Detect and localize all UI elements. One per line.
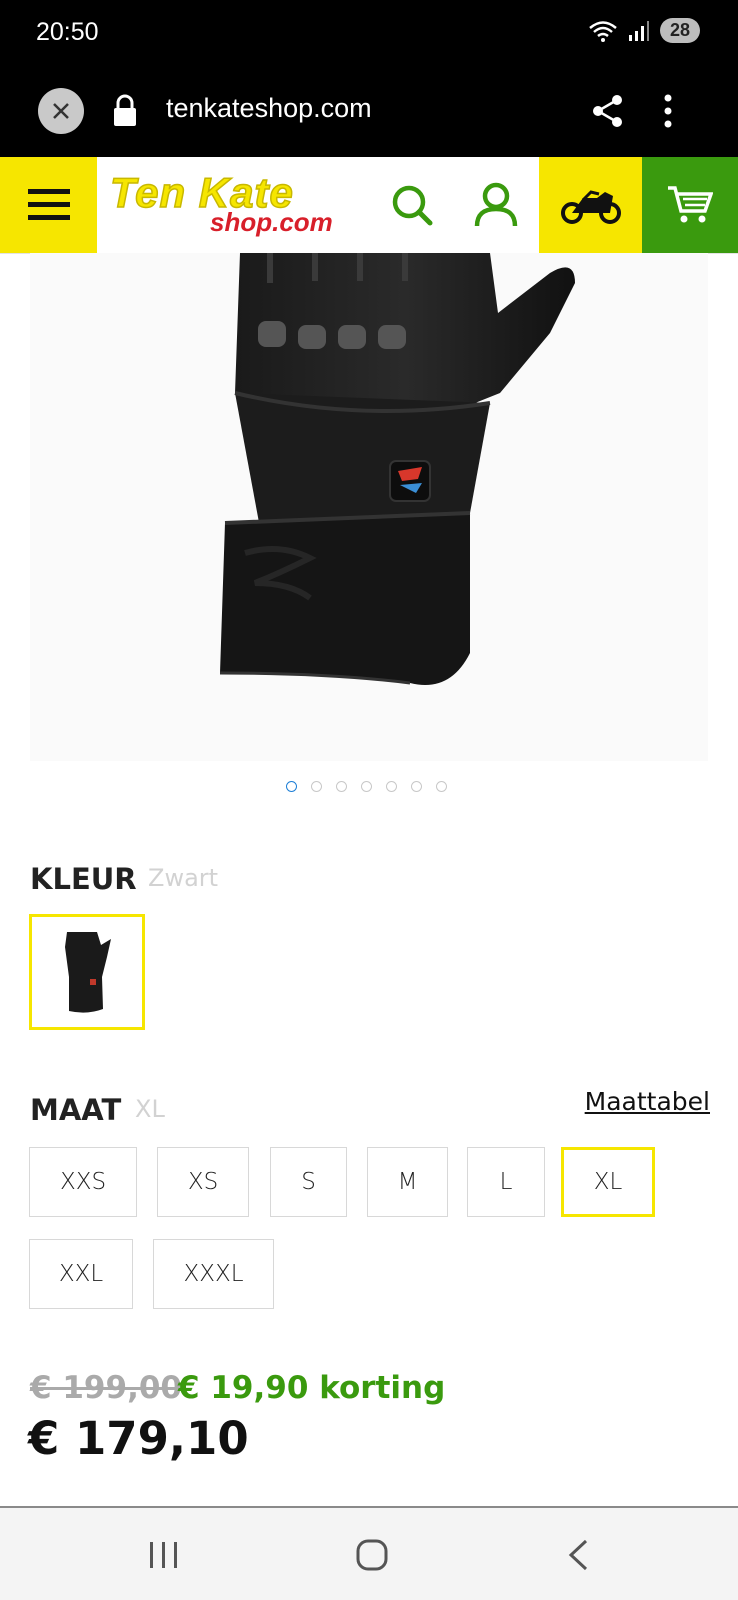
more-options-icon[interactable] bbox=[663, 93, 673, 129]
status-icons: 28 bbox=[588, 18, 700, 43]
gallery-dot[interactable] bbox=[436, 781, 447, 792]
logo-text-bottom: shop.com bbox=[210, 207, 333, 237]
recents-icon[interactable] bbox=[148, 1540, 180, 1570]
browser-top-bar: 20:50 28 tenkateshop.com bbox=[0, 0, 738, 157]
size-label: MAAT bbox=[30, 1093, 122, 1127]
size-option-xxl[interactable]: XXL bbox=[29, 1239, 133, 1309]
size-option-xxs[interactable]: XXS bbox=[29, 1147, 137, 1217]
size-option-l[interactable]: L bbox=[467, 1147, 545, 1217]
motorcycle-button[interactable] bbox=[539, 157, 642, 253]
current-price: € 179,10 bbox=[28, 1412, 249, 1465]
size-option-xxxl[interactable]: XXXL bbox=[153, 1239, 274, 1309]
color-label: KLEUR bbox=[30, 862, 137, 896]
menu-button[interactable] bbox=[0, 157, 97, 253]
search-icon bbox=[392, 185, 433, 226]
size-chart-link[interactable]: Maattabel bbox=[585, 1087, 710, 1116]
site-header: Ten Kate shop.com bbox=[0, 157, 738, 254]
close-icon bbox=[53, 103, 69, 119]
search-button[interactable] bbox=[382, 175, 442, 235]
discount-label: € 19,90 korting bbox=[178, 1370, 446, 1406]
hamburger-icon bbox=[27, 189, 70, 220]
account-button[interactable] bbox=[466, 175, 526, 235]
gallery-dot[interactable] bbox=[311, 781, 322, 792]
wifi-icon bbox=[589, 20, 617, 42]
size-value: XL bbox=[135, 1095, 165, 1123]
gallery-dot[interactable] bbox=[336, 781, 347, 792]
gallery-pagination bbox=[286, 781, 447, 792]
size-option-xs[interactable]: XS bbox=[157, 1147, 249, 1217]
share-icon[interactable] bbox=[592, 94, 624, 128]
product-image[interactable] bbox=[30, 253, 708, 761]
old-price: € 199,00 bbox=[30, 1370, 182, 1406]
lock-icon bbox=[114, 94, 136, 126]
user-icon bbox=[474, 182, 518, 227]
glove-thumbnail bbox=[65, 932, 111, 1013]
site-logo[interactable]: Ten Kate shop.com bbox=[106, 168, 366, 243]
color-swatch-zwart[interactable] bbox=[29, 914, 145, 1030]
motorcycle-icon bbox=[560, 190, 621, 224]
gallery-dot[interactable] bbox=[411, 781, 422, 792]
gallery-dot[interactable] bbox=[361, 781, 372, 792]
back-icon[interactable] bbox=[566, 1538, 590, 1572]
size-option-s[interactable]: S bbox=[270, 1147, 347, 1217]
size-option-xl[interactable]: XL bbox=[561, 1147, 655, 1217]
url-text[interactable]: tenkateshop.com bbox=[166, 93, 372, 124]
gallery-dot[interactable] bbox=[286, 781, 297, 792]
battery-indicator: 28 bbox=[659, 18, 700, 43]
cart-button[interactable] bbox=[642, 157, 738, 253]
size-option-m[interactable]: M bbox=[367, 1147, 448, 1217]
close-tab-button[interactable] bbox=[38, 88, 84, 134]
gallery-dot[interactable] bbox=[386, 781, 397, 792]
cart-icon bbox=[668, 186, 713, 223]
status-time: 20:50 bbox=[36, 18, 99, 46]
color-value: Zwart bbox=[148, 864, 219, 892]
system-navigation-bar bbox=[0, 1506, 738, 1600]
home-icon[interactable] bbox=[355, 1538, 389, 1572]
signal-icon bbox=[628, 20, 649, 41]
glove-image bbox=[219, 253, 575, 685]
